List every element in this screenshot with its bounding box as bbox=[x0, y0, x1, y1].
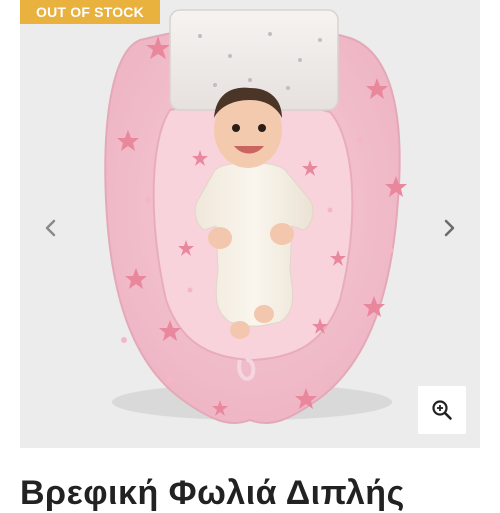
product-title: Βρεφική Φωλιά Διπλής bbox=[20, 474, 405, 512]
zoom-in-icon bbox=[432, 400, 452, 420]
out-of-stock-badge: OUT OF STOCK bbox=[20, 0, 160, 24]
zoom-button[interactable] bbox=[418, 386, 466, 434]
next-image-button[interactable] bbox=[438, 217, 460, 239]
product-image-gallery[interactable] bbox=[20, 0, 480, 448]
chevron-left-icon bbox=[45, 219, 56, 237]
previous-image-button[interactable] bbox=[40, 217, 62, 239]
chevron-right-icon bbox=[444, 219, 455, 237]
product-image bbox=[104, 9, 407, 424]
